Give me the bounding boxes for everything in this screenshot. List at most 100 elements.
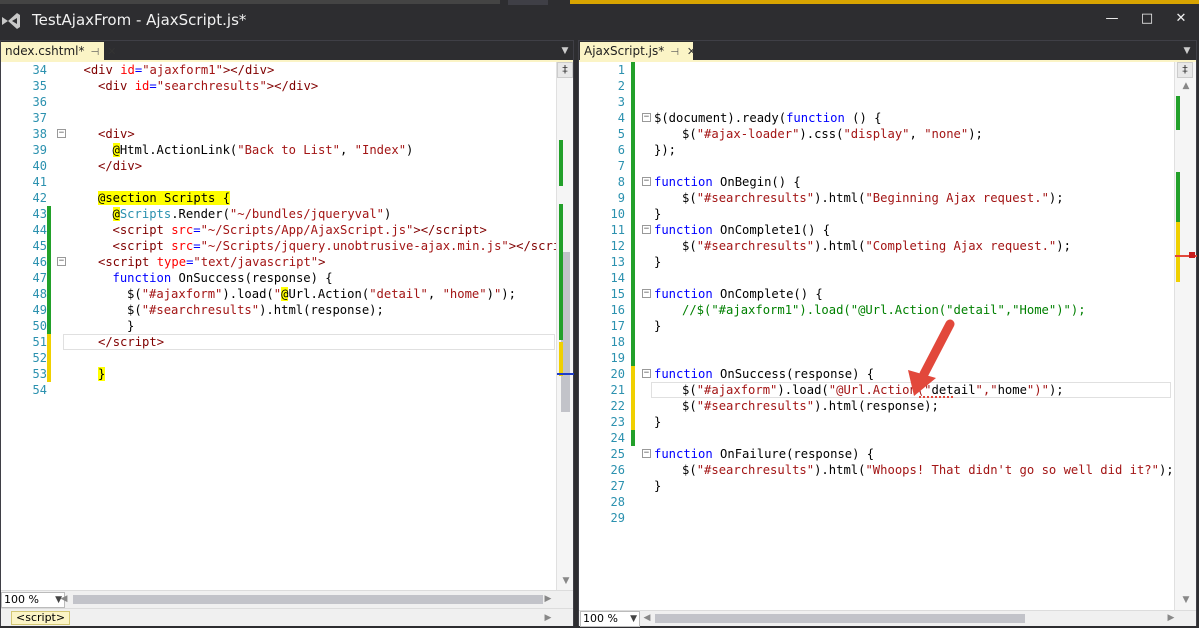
- code-line[interactable]: 43 @Scripts.Render("~/bundles/jqueryval"): [1, 206, 556, 222]
- right-hscroll-thumb[interactable]: [655, 614, 1025, 623]
- code-line[interactable]: 17}: [579, 318, 1174, 334]
- code-line[interactable]: 29: [579, 510, 1174, 526]
- close-tab-icon[interactable]: ✕: [687, 45, 696, 58]
- code-line[interactable]: 45 <script src="~/Scripts/jquery.unobtrus…: [1, 238, 556, 254]
- code-line[interactable]: 28: [579, 494, 1174, 510]
- code-line[interactable]: 46 − <script type="text/javascript">: [1, 254, 556, 270]
- code-line[interactable]: 27}: [579, 478, 1174, 494]
- code-text: <script src="~/Scripts/jquery.unobtrusiv…: [113, 238, 557, 254]
- pin-icon[interactable]: ⊣: [91, 47, 100, 58]
- fold-toggle-icon[interactable]: −: [642, 449, 651, 458]
- code-line[interactable]: 44 <script src="~/Scripts/App/AjaxScript.…: [1, 222, 556, 238]
- code-line[interactable]: 18: [579, 334, 1174, 350]
- zoom-level[interactable]: 100 % ▼: [580, 611, 640, 627]
- code-line[interactable]: 36: [1, 94, 556, 110]
- line-number: 17: [610, 319, 625, 333]
- right-code-editor[interactable]: 1 2 3 4− $(document).ready(function () {5 $("…: [579, 62, 1174, 610]
- split-handle-icon[interactable]: ‡: [1177, 62, 1193, 78]
- code-line[interactable]: 15 − function OnComplete() {: [579, 286, 1174, 302]
- split-handle-icon[interactable]: ‡: [557, 62, 573, 78]
- code-line[interactable]: 1: [579, 62, 1174, 78]
- code-line[interactable]: 14: [579, 270, 1174, 286]
- code-line[interactable]: 26 $("#searchresults").html("Whoops! That…: [579, 462, 1174, 478]
- code-token: type: [149, 255, 187, 269]
- maximize-button[interactable]: □: [1132, 8, 1162, 30]
- line-number: 9: [617, 191, 625, 205]
- code-line[interactable]: 13}: [579, 254, 1174, 270]
- change-marker: [631, 126, 635, 142]
- code-line[interactable]: 47 function OnSuccess(response) {: [1, 270, 556, 286]
- right-horizontal-scrollbar[interactable]: 100 % ▼ ◀ ▶: [579, 610, 1196, 627]
- line-number: 39: [32, 143, 47, 157]
- fold-toggle-icon[interactable]: −: [642, 177, 651, 186]
- change-marker: [47, 350, 51, 366]
- minimize-button[interactable]: —: [1097, 8, 1127, 30]
- code-token: ,: [339, 143, 355, 157]
- code-line[interactable]: 24: [579, 430, 1174, 446]
- scroll-left-icon[interactable]: ◀: [57, 592, 71, 606]
- code-line[interactable]: 49 $("#searchresults").html(response);: [1, 302, 556, 318]
- code-line[interactable]: 38 − <div>: [1, 126, 556, 142]
- code-line[interactable]: 11 − function OnComplete1() {: [579, 222, 1174, 238]
- nav-scroll-right-icon[interactable]: ▶: [541, 611, 555, 625]
- line-number: 11: [610, 223, 625, 237]
- code-line[interactable]: 3: [579, 94, 1174, 110]
- code-line[interactable]: 10}: [579, 206, 1174, 222]
- scroll-right-icon[interactable]: ▶: [541, 592, 555, 606]
- fold-toggle-icon[interactable]: −: [57, 129, 66, 138]
- code-line[interactable]: 35 <div id="searchresults"></div>: [1, 78, 556, 94]
- tab-index-cshtml[interactable]: ndex.cshtml* ⊣ ✕: [1, 42, 116, 61]
- code-line[interactable]: 9 $("#searchresults").html("Beginning Aja…: [579, 190, 1174, 206]
- code-token: ): [384, 207, 392, 221]
- pin-icon[interactable]: ⊣: [670, 47, 679, 58]
- code-line[interactable]: 19: [579, 350, 1174, 366]
- close-window-button[interactable]: ✕: [1166, 8, 1196, 30]
- left-hscroll-thumb[interactable]: [73, 595, 543, 604]
- code-line[interactable]: 39 @Html.ActionLink("Back to List", "Inde…: [1, 142, 556, 158]
- code-line[interactable]: 50}: [1, 318, 556, 334]
- fold-toggle-icon[interactable]: −: [642, 289, 651, 298]
- fold-toggle-icon[interactable]: −: [57, 257, 66, 266]
- scroll-right-icon[interactable]: ▶: [1164, 611, 1178, 625]
- code-line[interactable]: 20 − function OnSuccess(response) {: [579, 366, 1174, 382]
- code-text: });: [654, 142, 676, 158]
- tab-dropdown-icon[interactable]: ▼: [559, 45, 571, 57]
- script-breadcrumb[interactable]: <script>: [11, 611, 71, 625]
- scroll-down-icon[interactable]: ▼: [1179, 593, 1193, 607]
- code-line[interactable]: 37: [1, 110, 556, 126]
- close-tab-icon[interactable]: ✕: [107, 45, 116, 58]
- code-line[interactable]: 54: [1, 382, 556, 398]
- code-line[interactable]: 7: [579, 158, 1174, 174]
- code-line[interactable]: 34 <div id="ajaxform1"></div>: [1, 62, 556, 78]
- right-vertical-scrollbar[interactable]: ‡ ▲ ▼: [1174, 62, 1197, 610]
- scroll-down-icon[interactable]: ▼: [559, 574, 573, 588]
- code-line[interactable]: 52: [1, 350, 556, 366]
- left-vertical-scrollbar[interactable]: ‡ ▼: [556, 62, 574, 590]
- code-line[interactable]: 40 </div>: [1, 158, 556, 174]
- scroll-up-icon[interactable]: ▲: [1179, 79, 1193, 93]
- code-line[interactable]: 2: [579, 78, 1174, 94]
- left-code-editor[interactable]: 34 <div id="ajaxform1"></div> 35 <div id="s…: [1, 62, 556, 590]
- fold-toggle-icon[interactable]: −: [642, 369, 651, 378]
- code-line[interactable]: 23}: [579, 414, 1174, 430]
- code-line[interactable]: 25 − function OnFailure(response) {: [579, 446, 1174, 462]
- code-line[interactable]: 42 @section Scripts {: [1, 190, 556, 206]
- zoom-level[interactable]: 100 % ▼: [1, 592, 65, 608]
- left-horizontal-scrollbar[interactable]: 100 % ▼ ◀ ▶: [1, 590, 573, 608]
- code-line[interactable]: 12 $("#searchresults").html("Completing A…: [579, 238, 1174, 254]
- tab-ajaxscript-js[interactable]: AjaxScript.js* ⊣ ✕: [580, 42, 696, 61]
- code-line[interactable]: 4 − $(document).ready(function () {: [579, 110, 1174, 126]
- tab-dropdown-icon[interactable]: ▼: [1181, 45, 1193, 57]
- fold-toggle-icon[interactable]: −: [642, 225, 651, 234]
- code-line[interactable]: 16 //$("#ajaxform1").load("@Url.Action("d…: [579, 302, 1174, 318]
- code-line[interactable]: 41: [1, 174, 556, 190]
- scroll-left-icon[interactable]: ◀: [640, 611, 654, 625]
- code-line[interactable]: 8 − function OnBegin() {: [579, 174, 1174, 190]
- fold-toggle-icon[interactable]: −: [642, 113, 651, 122]
- code-line[interactable]: 22 $("#searchresults").html(response);: [579, 398, 1174, 414]
- code-line[interactable]: 5 $("#ajax-loader").css("display", "none"…: [579, 126, 1174, 142]
- code-token: src: [163, 239, 194, 253]
- code-line[interactable]: 53}: [1, 366, 556, 382]
- code-line[interactable]: 6});: [579, 142, 1174, 158]
- code-line[interactable]: 48 $("#ajaxform").load("@Url.Action("deta…: [1, 286, 556, 302]
